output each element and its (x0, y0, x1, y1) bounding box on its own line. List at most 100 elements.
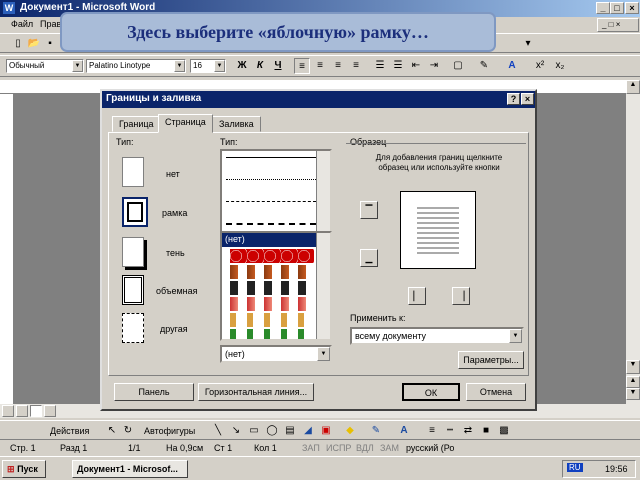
help-icon[interactable]: ? (507, 93, 520, 105)
prev-page-icon[interactable]: ▲ (626, 376, 640, 388)
normal-view-icon[interactable] (2, 405, 14, 417)
highlight-icon[interactable]: ✎ (476, 58, 492, 74)
line-dashed[interactable] (226, 201, 316, 202)
minimize-button[interactable]: _ (596, 2, 610, 14)
align-center-icon[interactable]: ≡ (312, 58, 328, 74)
art-pattern-2[interactable] (230, 297, 314, 311)
line-solid[interactable] (226, 157, 316, 158)
draw-font-color-icon[interactable]: A (396, 423, 412, 439)
line-long-dashed[interactable] (226, 223, 316, 225)
art-cakes[interactable] (230, 265, 314, 279)
ok-button[interactable]: ОК (402, 383, 460, 401)
art-dropdown-icon[interactable]: ▼ (317, 347, 330, 361)
line-style-icon[interactable]: ≡ (424, 423, 440, 439)
vertical-scrollbar[interactable]: ▲ ▼ ▲ ▼ (626, 80, 640, 404)
art-apples[interactable] (230, 249, 314, 263)
sample-preview[interactable] (400, 191, 476, 269)
font-combo[interactable]: Palatino Linotype ▼ (86, 59, 186, 73)
right-border-button[interactable]: ▕ (452, 287, 470, 305)
type-3d-icon[interactable] (122, 275, 144, 305)
decrease-indent-icon[interactable]: ⇤ (408, 58, 424, 74)
dash-style-icon[interactable]: ┅ (442, 423, 458, 439)
open-icon[interactable]: 📂 (26, 36, 42, 52)
autoshapes-menu[interactable]: Автофигуры (144, 426, 195, 436)
fill-color-icon[interactable]: ◆ (342, 423, 358, 439)
clipart-icon[interactable]: ▣ (318, 423, 334, 439)
tab-page[interactable]: Страница (158, 114, 213, 133)
tab-border[interactable]: Граница (112, 116, 161, 132)
line-dotted[interactable] (226, 179, 316, 180)
top-border-button[interactable]: ▔ (360, 201, 378, 219)
apply-to-combo[interactable]: всему документу ▼ (350, 327, 524, 345)
shadow-icon[interactable]: ■ (478, 423, 494, 439)
justify-icon[interactable]: ≡ (348, 58, 364, 74)
menu-file[interactable]: Файл (11, 19, 33, 29)
close-button[interactable]: × (625, 2, 639, 14)
scroll-down-icon[interactable]: ▼ (626, 360, 640, 374)
zoom-dropdown-icon[interactable]: ▾ (520, 36, 536, 52)
layout-view-icon[interactable] (30, 405, 42, 417)
subscript-icon[interactable]: x₂ (552, 58, 568, 74)
bold-button[interactable]: Ж (234, 58, 250, 74)
start-button[interactable]: ⊞ Пуск (2, 460, 46, 478)
maximize-button[interactable]: □ (610, 2, 624, 14)
type-custom-icon[interactable] (122, 313, 144, 343)
new-document-icon[interactable]: ▯ (10, 36, 26, 52)
line-color-icon[interactable]: ✎ (368, 423, 384, 439)
left-border-button[interactable]: ▏ (408, 287, 426, 305)
art-icecream[interactable] (230, 313, 314, 327)
align-right-icon[interactable]: ≡ (330, 58, 346, 74)
arrow-icon[interactable]: ↘ (228, 423, 244, 439)
draw-actions-menu[interactable]: Действия (50, 426, 89, 436)
art-pattern-1[interactable] (230, 281, 314, 295)
style-scrollbar[interactable] (316, 151, 330, 235)
border-icon[interactable]: ▢ (450, 58, 466, 74)
type-box-icon[interactable] (122, 197, 148, 227)
status-rec[interactable]: ЗАП (302, 443, 320, 453)
next-page-icon[interactable]: ▼ (626, 388, 640, 400)
save-icon[interactable]: ▪ (42, 36, 58, 52)
wordart-icon[interactable]: ◢ (300, 423, 316, 439)
type-box-label[interactable]: рамка (162, 208, 187, 218)
numbering-icon[interactable]: ☰ (372, 58, 388, 74)
select-pointer-icon[interactable]: ↖ (104, 423, 120, 439)
apply-to-dropdown-icon[interactable]: ▼ (509, 329, 522, 343)
horizontal-line-button[interactable]: Горизонтальная линия... (198, 383, 314, 401)
toolbar-button[interactable]: Панель (114, 383, 194, 401)
type-none-label[interactable]: нет (166, 169, 180, 179)
oval-icon[interactable]: ◯ (264, 423, 280, 439)
art-combo[interactable]: (нет) ▼ (220, 345, 332, 363)
art-scrollbar[interactable] (316, 233, 330, 339)
type-shadow-icon[interactable] (122, 237, 144, 267)
italic-button[interactable]: К (252, 58, 268, 74)
art-selected-item[interactable]: (нет) (222, 233, 316, 247)
dialog-close-icon[interactable]: × (521, 93, 534, 105)
status-ovr[interactable]: ЗАМ (380, 443, 399, 453)
rectangle-icon[interactable]: ▭ (246, 423, 262, 439)
type-3d-label[interactable]: объемная (156, 286, 198, 296)
bullets-icon[interactable]: ☰ (390, 58, 406, 74)
art-list[interactable]: (нет) (220, 231, 332, 341)
taskbar-word-button[interactable]: Документ1 - Microsof... (72, 460, 188, 478)
font-color-icon[interactable]: A (504, 58, 520, 74)
web-view-icon[interactable] (16, 405, 28, 417)
bottom-border-button[interactable]: ▁ (360, 249, 378, 267)
type-custom-label[interactable]: другая (160, 324, 188, 334)
line-style-list[interactable] (220, 149, 332, 237)
underline-button[interactable]: Ч (270, 58, 286, 74)
cancel-button[interactable]: Отмена (466, 383, 526, 401)
align-left-icon[interactable]: ≡ (294, 58, 310, 74)
3d-icon[interactable]: ▩ (496, 423, 512, 439)
language-indicator[interactable]: RU (567, 463, 583, 472)
type-shadow-label[interactable]: тень (166, 248, 185, 258)
menu-edit[interactable]: Прав (40, 19, 61, 29)
scroll-up-icon[interactable]: ▲ (626, 80, 640, 94)
style-combo[interactable]: Обычный ▼ (6, 59, 84, 73)
free-rotate-icon[interactable]: ↻ (120, 423, 136, 439)
increase-indent-icon[interactable]: ⇥ (426, 58, 442, 74)
options-button[interactable]: Параметры... (458, 351, 524, 369)
superscript-icon[interactable]: x² (532, 58, 548, 74)
status-trk[interactable]: ИСПР (326, 443, 351, 453)
art-pencils[interactable] (230, 329, 314, 339)
font-size-combo[interactable]: 16 ▼ (190, 59, 226, 73)
